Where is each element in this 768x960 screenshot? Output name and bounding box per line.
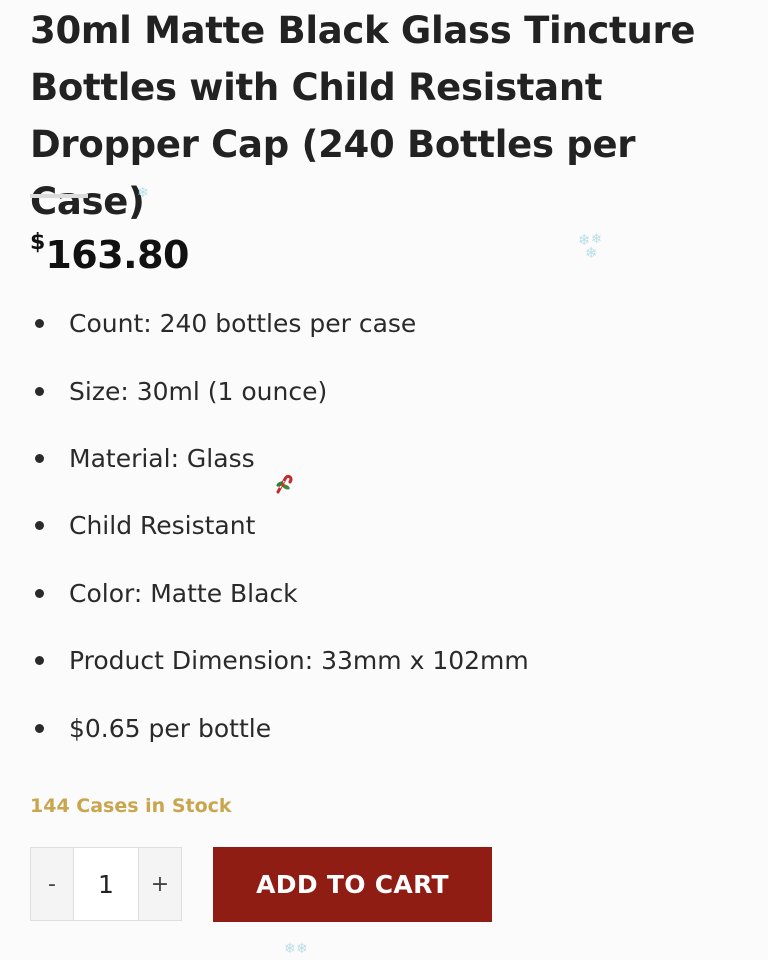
feature-list: Count: 240 bottles per case Size: 30ml (… bbox=[30, 290, 529, 762]
bullet-icon bbox=[35, 723, 44, 733]
feature-text: Color: Matte Black bbox=[69, 578, 298, 608]
snowflake-icon: ❄ bbox=[585, 244, 598, 262]
price-currency: $ bbox=[30, 230, 46, 255]
price-amount: 163.80 bbox=[45, 233, 189, 277]
bullet-icon bbox=[35, 319, 44, 329]
feature-text: Count: 240 bottles per case bbox=[69, 309, 417, 339]
list-item: Child Resistant bbox=[30, 492, 529, 559]
title-divider bbox=[30, 194, 88, 198]
quantity-minus-button[interactable]: - bbox=[31, 848, 73, 920]
snowflake-icon: ❄ bbox=[284, 941, 296, 957]
feature-text: Size: 30ml (1 ounce) bbox=[69, 376, 328, 406]
feature-text: Material: Glass bbox=[69, 443, 255, 473]
quantity-plus-button[interactable]: + bbox=[139, 848, 181, 920]
feature-text: $0.65 per bottle bbox=[69, 713, 272, 743]
feature-text: Child Resistant bbox=[69, 511, 256, 541]
list-item: Product Dimension: 33mm x 102mm bbox=[30, 627, 529, 694]
bullet-icon bbox=[35, 656, 44, 666]
list-item: Size: 30ml (1 ounce) bbox=[30, 357, 529, 424]
bullet-icon bbox=[35, 521, 44, 531]
stock-status: 144 Cases in Stock bbox=[30, 795, 232, 817]
product-page: 30ml Matte Black Glass Tincture Bottles … bbox=[0, 0, 768, 960]
candy-cane-icon bbox=[276, 474, 293, 494]
add-to-cart-button[interactable]: ADD TO CART bbox=[213, 847, 492, 922]
list-item: Count: 240 bottles per case bbox=[30, 290, 529, 357]
quantity-input[interactable] bbox=[73, 848, 139, 920]
list-item: $0.65 per bottle bbox=[30, 694, 529, 761]
product-price: $163.80 bbox=[30, 226, 189, 284]
bullet-icon bbox=[35, 386, 44, 396]
bullet-icon bbox=[35, 453, 44, 463]
feature-text: Product Dimension: 33mm x 102mm bbox=[69, 646, 529, 676]
bullet-icon bbox=[35, 588, 44, 598]
snowflake-icon: ❄ bbox=[296, 941, 308, 957]
list-item: Color: Matte Black bbox=[30, 560, 529, 627]
quantity-stepper: - + bbox=[30, 847, 182, 921]
snowflake-icon: ❄ bbox=[137, 185, 149, 201]
